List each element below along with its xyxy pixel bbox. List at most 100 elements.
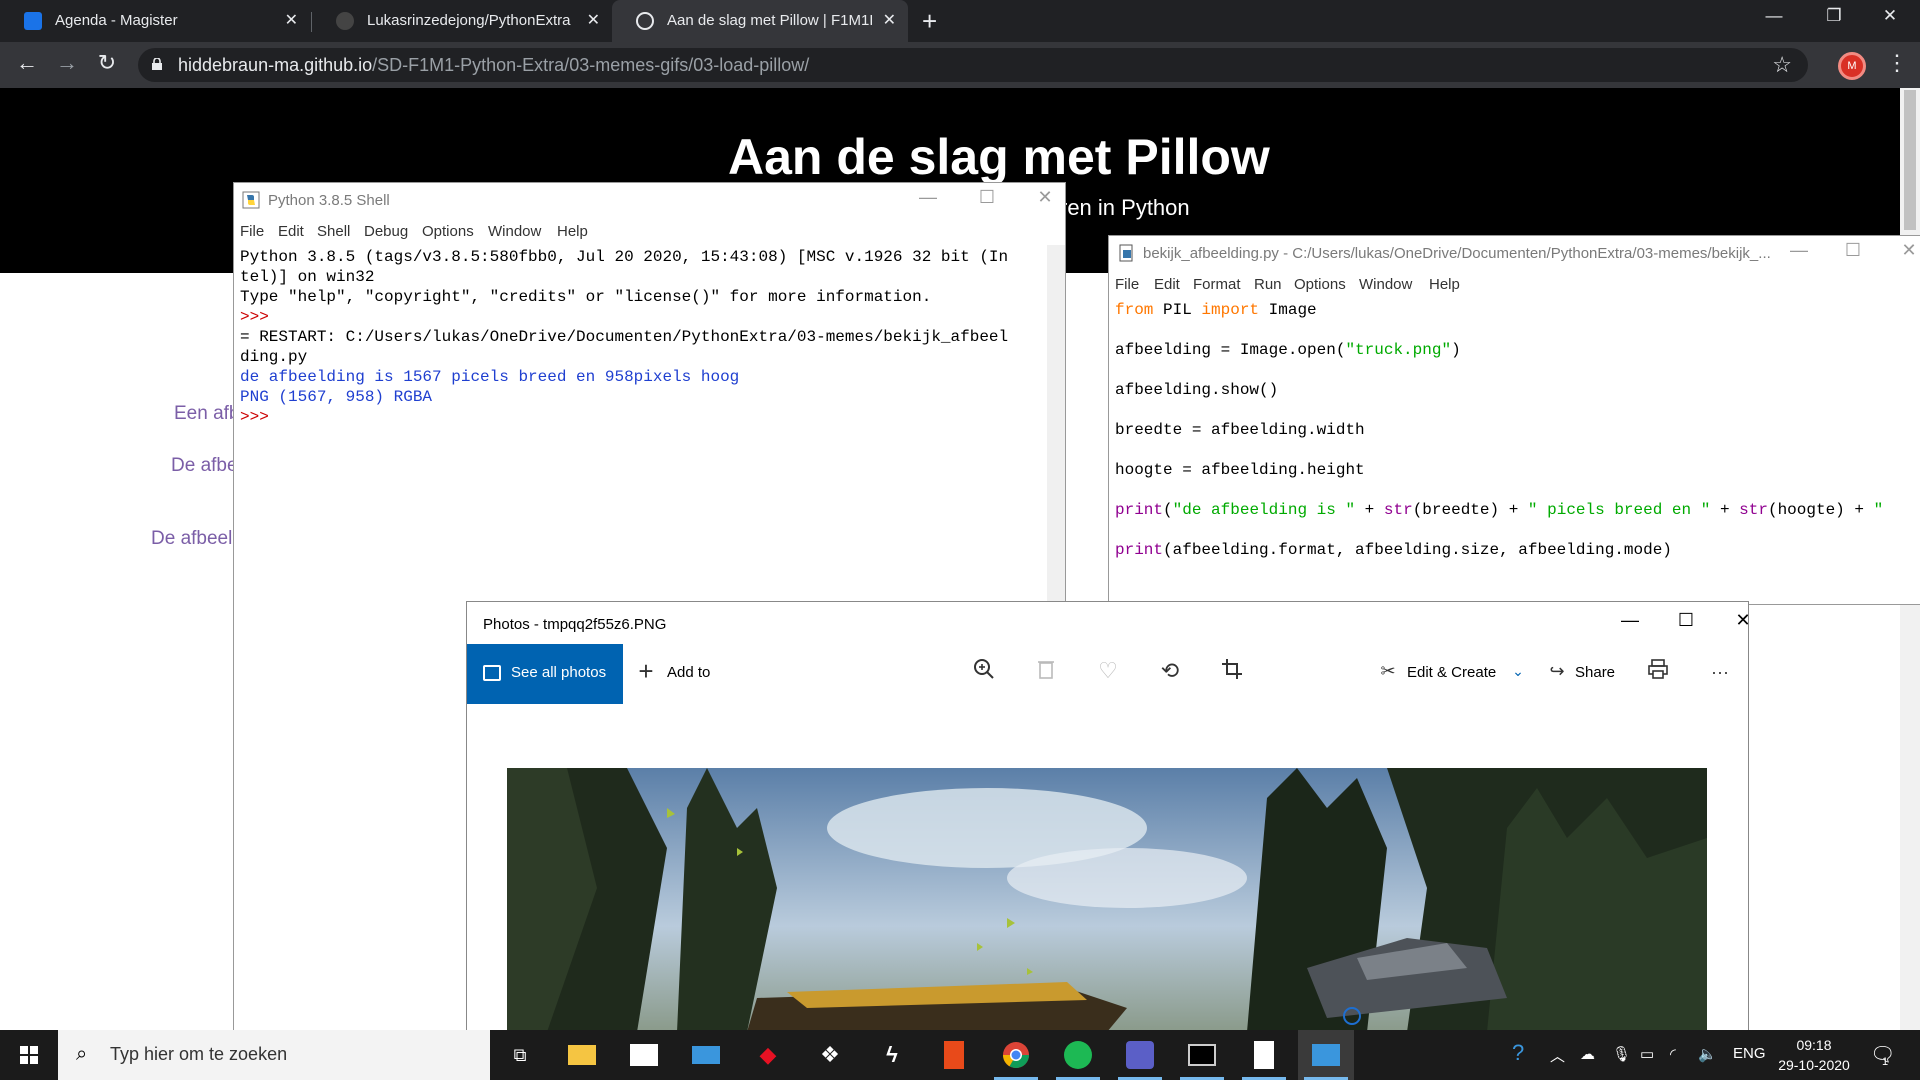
share-button[interactable]: Share	[1575, 664, 1615, 681]
menu-file[interactable]: File	[1115, 276, 1139, 293]
close-button[interactable]: ✕	[1867, 6, 1913, 26]
python-icon	[242, 191, 260, 209]
menu-help[interactable]: Help	[557, 223, 588, 240]
windows-taskbar: ⌕ Typ hier om te zoeken ⧉ ◆ ❖ ϟ ? ︿ ☁ 🎙 …	[0, 1030, 1920, 1080]
taskbar-search[interactable]: ⌕ Typ hier om te zoeken	[58, 1030, 490, 1080]
volume-icon[interactable]: 🔈	[1698, 1045, 1717, 1063]
menu-edit[interactable]: Edit	[278, 223, 304, 240]
language-indicator[interactable]: ENG	[1733, 1045, 1766, 1062]
dropbox-button[interactable]: ❖	[802, 1030, 858, 1080]
menu-file[interactable]: File	[240, 223, 264, 240]
search-placeholder: Typ hier om te zoeken	[110, 1044, 288, 1064]
menu-options[interactable]: Options	[1294, 276, 1346, 293]
zoom-icon[interactable]	[969, 658, 999, 686]
print-icon[interactable]	[1643, 658, 1673, 686]
menu-edit[interactable]: Edit	[1154, 276, 1180, 293]
page-title: Aan de slag met Pillow	[728, 129, 1270, 185]
more-options-icon[interactable]: ···	[1705, 662, 1735, 683]
page-subtitle: ren in Python	[1060, 195, 1190, 220]
close-tab-icon[interactable]: ✕	[883, 10, 896, 30]
help-icon[interactable]: ?	[1512, 1040, 1524, 1066]
photos-window[interactable]: Photos - tmpqq2f55z6.PNG — ☐ ✕ See all p…	[466, 601, 1749, 1031]
maximize-button[interactable]: ☐	[964, 187, 1010, 208]
close-button[interactable]: ✕	[1720, 610, 1748, 631]
clock[interactable]: 09:18 29-10-2020	[1774, 1035, 1854, 1075]
tab-title: Aan de slag met Pillow | F1M1Fle	[667, 12, 872, 29]
menu-options[interactable]: Options	[422, 223, 474, 240]
forward-arrow-icon[interactable]: →	[52, 50, 82, 76]
tab-magister[interactable]: Agenda - Magister ✕	[0, 0, 310, 42]
task-view-button[interactable]: ⧉	[492, 1030, 548, 1080]
chrome-menu-icon[interactable]: ⋮	[1886, 50, 1908, 76]
office-button[interactable]	[926, 1030, 982, 1080]
restore-button[interactable]: ❐	[1811, 6, 1857, 26]
minimize-button[interactable]: —	[1751, 6, 1797, 26]
plus-icon[interactable]: +	[631, 656, 661, 687]
editor-title-bar[interactable]: bekijk_afbeelding.py - C:/Users/lukas/On…	[1109, 236, 1920, 272]
microphone-icon[interactable]: 🎙	[1612, 1045, 1631, 1063]
url-text: hiddebraun-ma.github.io/SD-F1M1-Python-E…	[178, 55, 809, 76]
shell-output[interactable]: Python 3.8.5 (tags/v3.8.5:580fbb0, Jul 2…	[240, 247, 1008, 427]
menu-shell[interactable]: Shell	[317, 223, 350, 240]
jetbrains-button[interactable]: ϟ	[864, 1030, 920, 1080]
add-to-button[interactable]: Add to	[667, 664, 710, 681]
scrollbar-thumb[interactable]	[1904, 90, 1916, 230]
delete-icon[interactable]	[1031, 658, 1061, 686]
idle-editor-window[interactable]: bekijk_afbeelding.py - C:/Users/lukas/On…	[1108, 235, 1920, 605]
store-button[interactable]	[616, 1030, 672, 1080]
start-button[interactable]	[0, 1030, 58, 1080]
minimize-button[interactable]: —	[1607, 610, 1653, 631]
chrome-button[interactable]	[988, 1030, 1044, 1080]
photos-app-button[interactable]	[1298, 1030, 1354, 1080]
menu-format[interactable]: Format	[1193, 276, 1241, 293]
chevron-up-icon[interactable]: ︿	[1550, 1045, 1565, 1066]
rotate-icon[interactable]: ⟲	[1155, 658, 1185, 684]
windows-logo-icon	[20, 1046, 38, 1064]
close-tab-icon[interactable]: ✕	[587, 10, 600, 30]
see-all-photos-button[interactable]: See all photos	[467, 644, 623, 704]
diamond-icon: ◆	[759, 1042, 777, 1067]
close-button[interactable]: ✕	[1886, 240, 1920, 261]
menu-help[interactable]: Help	[1429, 276, 1460, 293]
minimize-button[interactable]: —	[1776, 240, 1822, 261]
tab-pillow[interactable]: Aan de slag met Pillow | F1M1Fle ✕	[612, 0, 908, 42]
menu-window[interactable]: Window	[1359, 276, 1412, 293]
terminal-button[interactable]	[1174, 1030, 1230, 1080]
edit-create-button[interactable]: Edit & Create	[1407, 664, 1496, 681]
maximize-button[interactable]: ☐	[1830, 240, 1876, 261]
shell-title-bar[interactable]: Python 3.8.5 Shell — ☐ ✕	[234, 183, 1065, 219]
menu-run[interactable]: Run	[1254, 276, 1282, 293]
url-host: hiddebraun-ma.github.io	[178, 55, 373, 75]
crop-icon[interactable]	[1217, 658, 1247, 686]
shell-prompt: >>>	[240, 408, 279, 426]
bookmark-star-icon[interactable]: ☆	[1772, 52, 1792, 78]
menu-debug[interactable]: Debug	[364, 223, 408, 240]
wifi-icon[interactable]: ◜	[1670, 1045, 1676, 1063]
code-area[interactable]: from PIL import Image afbeelding = Image…	[1115, 300, 1883, 560]
battery-icon[interactable]: ▭	[1640, 1045, 1654, 1063]
teams-button[interactable]	[1112, 1030, 1168, 1080]
mail-icon	[692, 1046, 720, 1064]
maximize-button[interactable]: ☐	[1663, 610, 1709, 631]
file-explorer-button[interactable]	[554, 1030, 610, 1080]
new-tab-button[interactable]: +	[922, 6, 937, 37]
red-app-button[interactable]: ◆	[740, 1030, 796, 1080]
menu-window[interactable]: Window	[488, 223, 541, 240]
minimize-button[interactable]: —	[905, 187, 951, 208]
chrome-icon	[1002, 1042, 1030, 1069]
profile-avatar[interactable]: M	[1838, 52, 1866, 80]
cloud-icon[interactable]: ☁	[1580, 1045, 1595, 1063]
heart-icon[interactable]: ♡	[1093, 658, 1123, 684]
python-file-button[interactable]	[1236, 1030, 1292, 1080]
mail-button[interactable]	[678, 1030, 734, 1080]
spotify-button[interactable]	[1050, 1030, 1106, 1080]
address-bar[interactable]: hiddebraun-ma.github.io/SD-F1M1-Python-E…	[138, 48, 1808, 82]
close-tab-icon[interactable]: ✕	[285, 10, 298, 30]
magister-icon	[24, 12, 42, 30]
shell-line: = RESTART: C:/Users/lukas/OneDrive/Docum…	[240, 328, 1009, 346]
back-arrow-icon[interactable]: ←	[12, 50, 42, 76]
chevron-down-icon[interactable]: ⌄	[1503, 663, 1533, 680]
close-button[interactable]: ✕	[1022, 187, 1068, 208]
tab-github[interactable]: Lukasrinzedejong/PythonExtra ✕	[312, 0, 612, 42]
reload-icon[interactable]: ↻	[92, 50, 122, 76]
